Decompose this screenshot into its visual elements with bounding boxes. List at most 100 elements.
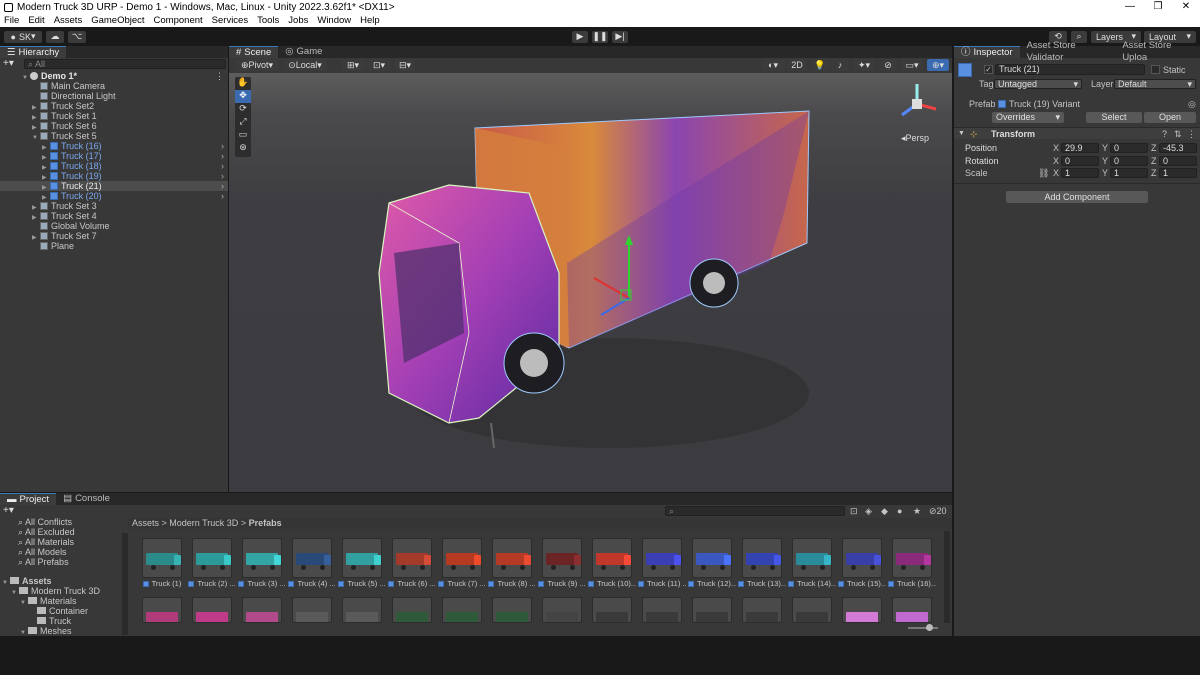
hidden-objects-icon[interactable]: ⊘ [879, 59, 897, 71]
close-button[interactable]: ✕ [1172, 0, 1200, 14]
snap-increment-icon[interactable]: ⊡▾ [367, 59, 391, 71]
tab-project[interactable]: ▬ Project [0, 493, 57, 505]
open-prefab-chevron-icon[interactable]: › [221, 161, 224, 171]
position-y-field[interactable]: 0 [1110, 143, 1148, 153]
rotation-y-field[interactable]: 0 [1110, 156, 1148, 166]
asset-label[interactable]: Truck (4) ... [288, 579, 336, 588]
asset-label[interactable]: Truck (1) [138, 579, 186, 588]
mode-2d-button[interactable]: 2D [787, 59, 807, 71]
add-component-button[interactable]: Add Component [1006, 191, 1148, 203]
menu-file[interactable]: File [4, 15, 19, 26]
menu-window[interactable]: Window [317, 15, 351, 26]
hand-tool-icon[interactable]: ✋ [235, 77, 251, 90]
project-filter-item[interactable]: ⌕ All Prefabs [18, 557, 122, 567]
transform-header[interactable]: ▼ ⊹ Transform ? ⇅ ⋮ [954, 127, 1200, 139]
hierarchy-item[interactable]: ▶ Truck (19) › [0, 171, 228, 181]
asset-thumbnail[interactable] [792, 538, 832, 578]
hierarchy-item[interactable]: ▶ Truck (18) › [0, 161, 228, 171]
component-menu-icon[interactable]: ⋮ [1187, 128, 1196, 140]
asset-label[interactable]: Truck (6) ... [388, 579, 436, 588]
account-dropdown[interactable]: ● SK ▾ [4, 30, 42, 43]
scene-viewport[interactable]: ✋ ✥ ⟳ ⤢ ▭ ⊛ ◂Persp [229, 73, 952, 492]
local-dropdown[interactable]: ⊙ Local ▾ [283, 59, 327, 71]
position-z-field[interactable]: -45.3 [1159, 143, 1197, 153]
gizmos-icon[interactable]: ⊕▾ [927, 59, 949, 71]
breadcrumb-assets[interactable]: Assets [132, 518, 159, 528]
hierarchy-search-input[interactable]: ⌕ All [24, 59, 226, 69]
breadcrumb-modern-truck[interactable]: Modern Truck 3D [169, 518, 238, 528]
hierarchy-item[interactable]: ▼ Truck Set 5 [0, 131, 228, 141]
project-search-input[interactable]: ⌕ [665, 506, 845, 516]
collab-icon[interactable]: ⌥ [68, 30, 86, 43]
asset-thumbnail[interactable] [142, 538, 182, 578]
hierarchy-item[interactable]: ▶ Truck (20) › [0, 191, 228, 201]
hierarchy-item[interactable]: Global Volume [0, 221, 228, 231]
menu-services[interactable]: Services [212, 15, 248, 26]
help-icon[interactable]: ? [1162, 128, 1167, 140]
play-button[interactable]: ▶ [572, 30, 588, 43]
project-filter-item[interactable]: ⌕ All Conflicts [18, 517, 122, 527]
tab-asset-store-upload[interactable]: Asset Store Uploa [1115, 40, 1200, 63]
thumbnail-size-handle[interactable] [926, 624, 933, 631]
hierarchy-item[interactable]: ▶ Truck Set 3 [0, 201, 228, 211]
tree-scrollbar[interactable] [122, 533, 128, 635]
asset-label[interactable]: Truck (14)... [788, 579, 836, 588]
project-filter-item[interactable]: ⌕ All Models [18, 547, 122, 557]
scene-menu-icon[interactable]: ⋮ [215, 71, 224, 82]
step-button[interactable]: ▶| [612, 30, 628, 43]
camera-icon[interactable]: ▭▾ [901, 59, 923, 71]
pivot-dropdown[interactable]: ⊕ Pivot ▾ [235, 59, 279, 71]
asset-thumbnail[interactable] [842, 597, 882, 623]
hierarchy-item[interactable]: Directional Light [0, 91, 228, 101]
asset-thumbnail[interactable] [442, 538, 482, 578]
menu-help[interactable]: Help [360, 15, 380, 26]
asset-thumbnail[interactable] [192, 538, 232, 578]
scale-z-field[interactable]: 1 [1159, 168, 1197, 178]
hierarchy-item[interactable]: ▶ Truck Set 7 [0, 231, 228, 241]
scale-x-field[interactable]: 1 [1061, 168, 1099, 178]
asset-thumbnail[interactable] [292, 538, 332, 578]
tab-hierarchy[interactable]: ☰ Hierarchy [0, 46, 67, 58]
package-visibility-icon[interactable]: ● [897, 506, 902, 516]
project-tree-item[interactable]: ▼ Modern Truck 3D [2, 586, 122, 596]
grid-scrollbar[interactable] [944, 531, 950, 623]
tab-scene[interactable]: # Scene [229, 46, 279, 58]
asset-thumbnail[interactable] [892, 538, 932, 578]
hierarchy-item[interactable]: Plane [0, 241, 228, 251]
asset-thumbnail[interactable] [242, 538, 282, 578]
breadcrumb-prefabs[interactable]: Prefabs [249, 518, 282, 528]
asset-label[interactable]: Truck (13)... [738, 579, 786, 588]
asset-thumbnail[interactable] [642, 538, 682, 578]
transform-tool-icon[interactable]: ⊛ [235, 142, 251, 155]
asset-label[interactable]: Truck (3) ... [238, 579, 286, 588]
open-prefab-chevron-icon[interactable]: › [221, 191, 224, 201]
asset-label[interactable]: Truck (12)... [688, 579, 736, 588]
hierarchy-item[interactable]: ▶ Truck (21) › [0, 181, 228, 191]
menu-jobs[interactable]: Jobs [288, 15, 308, 26]
asset-thumbnail[interactable] [642, 597, 682, 623]
project-tree-item[interactable]: ▼ Materials [2, 596, 122, 606]
persp-label[interactable]: ◂Persp [901, 133, 929, 144]
asset-label[interactable]: Truck (11) ... [638, 579, 686, 588]
search-by-type-icon[interactable]: ⊡ [850, 506, 858, 517]
asset-thumbnail[interactable] [492, 538, 532, 578]
static-checkbox[interactable] [1151, 65, 1160, 74]
position-x-field[interactable]: 29.9 [1061, 143, 1099, 153]
open-prefab-chevron-icon[interactable]: › [221, 181, 224, 191]
hierarchy-item[interactable]: ▶ Truck (16) › [0, 141, 228, 151]
scale-y-field[interactable]: 1 [1110, 168, 1148, 178]
audio-icon[interactable]: ♪ [831, 59, 849, 71]
menu-gameobject[interactable]: GameObject [91, 15, 144, 26]
prefab-target-icon[interactable]: ◎ [1188, 99, 1196, 109]
asset-thumbnail[interactable] [742, 538, 782, 578]
asset-thumbnail[interactable] [592, 597, 632, 623]
asset-label[interactable]: Truck (2) ... [188, 579, 236, 588]
scale-tool-icon[interactable]: ⤢ [235, 116, 251, 129]
asset-label[interactable]: Truck (9) ... [538, 579, 586, 588]
asset-thumbnail[interactable] [542, 538, 582, 578]
menu-edit[interactable]: Edit [28, 15, 44, 26]
asset-thumbnail[interactable] [342, 597, 382, 623]
open-prefab-chevron-icon[interactable]: › [221, 171, 224, 181]
cloud-icon[interactable]: ☁ [46, 30, 64, 43]
hierarchy-item[interactable]: ▶ Truck (17) › [0, 151, 228, 161]
